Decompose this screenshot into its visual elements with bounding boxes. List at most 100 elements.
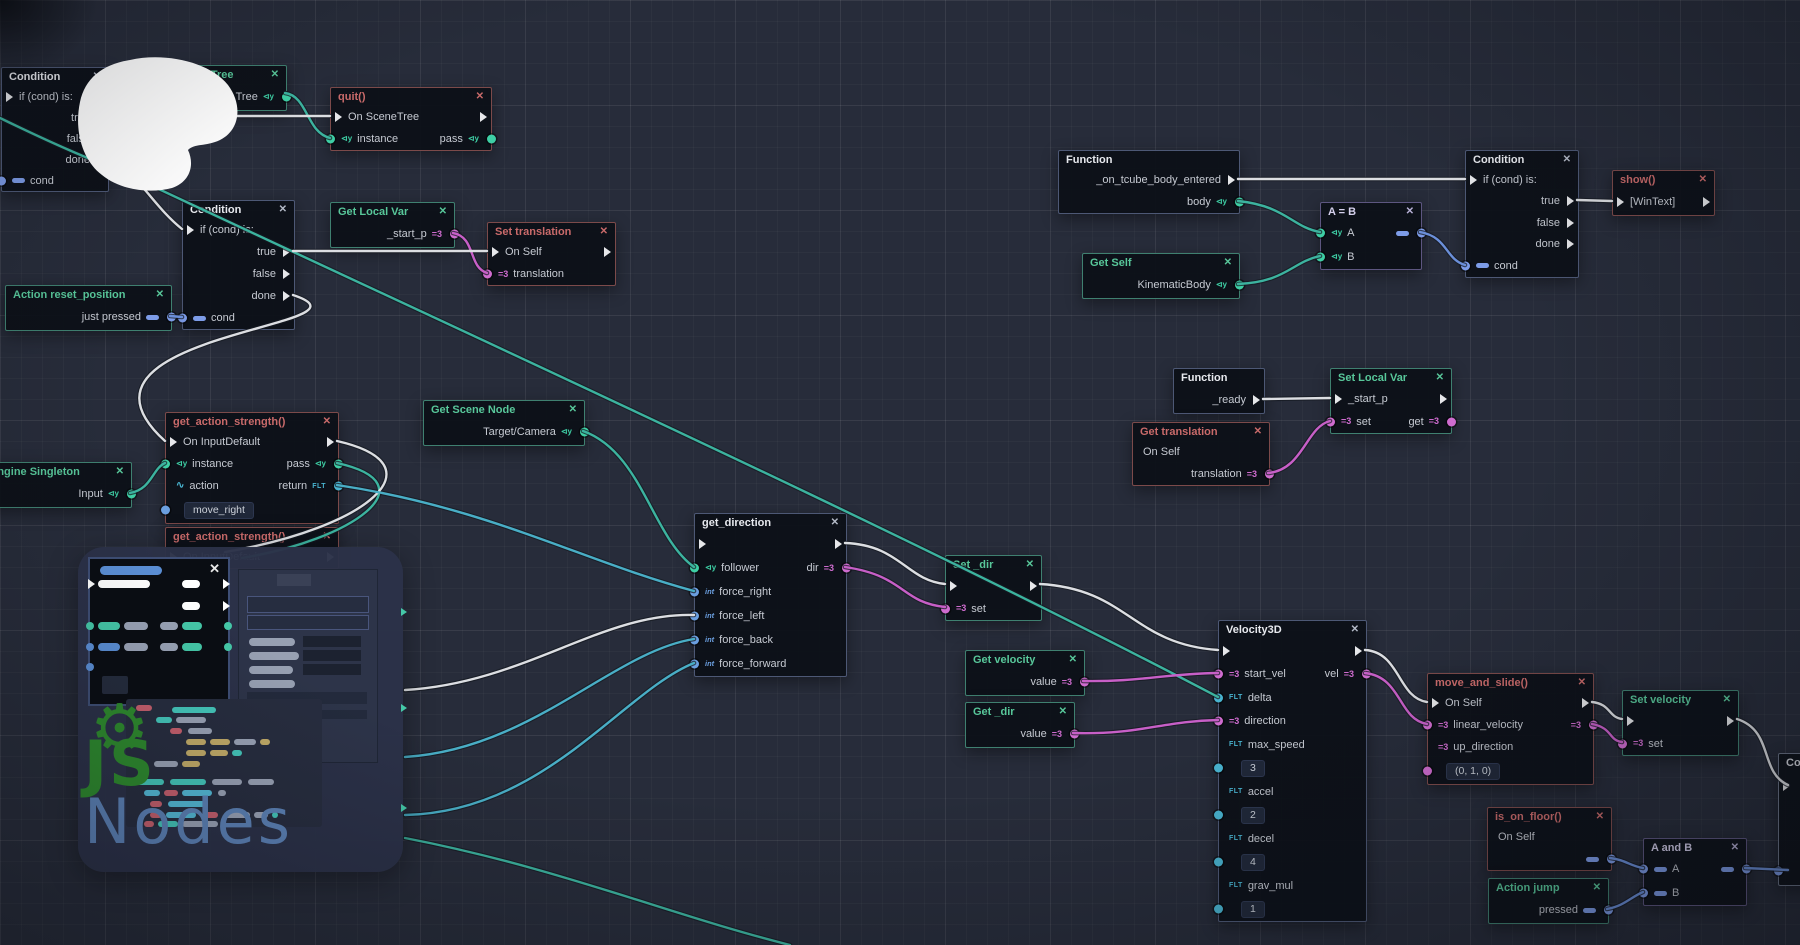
node-get-self[interactable]: Get Self✕KinematicBody⊲y	[1082, 253, 1240, 299]
vec3-in-port[interactable]	[1214, 670, 1223, 679]
close-icon[interactable]: ✕	[1224, 258, 1232, 268]
value-field[interactable]: move_right	[184, 502, 254, 519]
vec3-out-port[interactable]	[1070, 730, 1079, 739]
exec-out-port[interactable]	[1567, 218, 1574, 228]
exec-in-port[interactable]	[335, 112, 342, 122]
vec3-in-port[interactable]	[1214, 717, 1223, 726]
int-in-port[interactable]	[690, 636, 699, 645]
node-function-ready[interactable]: Function_ready	[1173, 368, 1265, 414]
close-icon[interactable]: ✕	[1699, 175, 1707, 185]
vec3-in-port[interactable]	[483, 270, 492, 279]
exec-in-port[interactable]	[699, 539, 706, 549]
node-get-scene-tree[interactable]: Get Scene Tree✕Scene Tree⊲y	[146, 65, 287, 111]
value-field[interactable]: 3	[1241, 760, 1265, 777]
bool-in-port[interactable]	[1639, 865, 1648, 874]
obj-in-port[interactable]	[326, 135, 335, 144]
exec-out-port[interactable]	[283, 247, 290, 257]
exec-out-port[interactable]	[480, 112, 487, 122]
flt-in-port[interactable]	[1214, 905, 1223, 914]
exec-out-port[interactable]	[327, 437, 334, 447]
exec-out-port[interactable]	[97, 134, 104, 144]
bool-in-port[interactable]	[178, 314, 187, 323]
exec-out-port[interactable]	[1567, 239, 1574, 249]
flt-in-port[interactable]	[1214, 858, 1223, 867]
exec-out-port[interactable]	[283, 291, 290, 301]
int-in-port[interactable]	[161, 506, 170, 515]
vec3-in-port[interactable]	[1423, 721, 1432, 730]
obj-out-port[interactable]	[282, 93, 291, 102]
vec3-out-port[interactable]	[842, 564, 851, 573]
vec3-out-port[interactable]	[1447, 417, 1456, 426]
flt-in-port[interactable]	[1214, 693, 1223, 702]
close-icon[interactable]: ✕	[1059, 707, 1067, 717]
close-icon[interactable]: ✕	[439, 207, 447, 217]
exec-out-port[interactable]	[835, 539, 842, 549]
obj-in-port[interactable]	[161, 460, 170, 469]
value-field[interactable]: 2	[1241, 807, 1265, 824]
flt-in-port[interactable]	[1214, 764, 1223, 773]
vec3-out-port[interactable]	[1589, 721, 1598, 730]
close-icon[interactable]: ✕	[1254, 427, 1262, 437]
obj-out-port[interactable]	[580, 428, 589, 437]
exec-in-port[interactable]	[187, 225, 194, 235]
close-icon[interactable]: ✕	[1026, 560, 1034, 570]
bool-out-port[interactable]	[167, 313, 176, 322]
vec3-in-port[interactable]	[1618, 739, 1627, 748]
close-icon[interactable]: ✕	[831, 518, 839, 528]
bool-out-port[interactable]	[1604, 906, 1613, 915]
int-in-port[interactable]	[690, 588, 699, 597]
close-icon[interactable]: ✕	[1593, 883, 1601, 893]
close-icon[interactable]: ✕	[600, 227, 608, 237]
exec-out-port[interactable]	[1582, 698, 1589, 708]
exec-in-port[interactable]	[1627, 716, 1634, 726]
flt-in-port[interactable]	[1214, 811, 1223, 820]
exec-in-port[interactable]	[1223, 646, 1230, 656]
node-get-translation[interactable]: Get translation✕On Selftranslation=3	[1132, 422, 1270, 486]
node-action-reset-position[interactable]: Action reset_position✕just pressed	[5, 285, 172, 331]
exec-out-port[interactable]	[1567, 196, 1574, 206]
close-icon[interactable]: ✕	[323, 532, 331, 542]
node-set-velocity[interactable]: Set velocity✕=3set	[1622, 690, 1739, 756]
close-icon[interactable]: ✕	[1351, 625, 1359, 635]
close-icon[interactable]: ✕	[93, 72, 101, 82]
vec3-in-port[interactable]	[1326, 417, 1335, 426]
exec-in-port[interactable]	[6, 92, 13, 102]
obj-in-port[interactable]	[690, 564, 699, 573]
node-set-dir[interactable]: Set _dir✕=3set	[945, 555, 1042, 621]
exec-out-port[interactable]	[1727, 716, 1734, 726]
bool-out-port[interactable]	[1742, 865, 1751, 874]
node-velocity3d[interactable]: Velocity3D✕=3start_velvel=3FLTdelta=3dir…	[1218, 620, 1367, 922]
exec-in-port[interactable]	[1470, 175, 1477, 185]
exec-out-port[interactable]	[97, 155, 104, 165]
node-get-direction[interactable]: get_direction✕⊲yfollowerdir=3intforce_ri…	[694, 513, 847, 677]
obj-in-port[interactable]	[1316, 229, 1325, 238]
exec-in-port[interactable]	[1335, 394, 1342, 404]
vec3-in-port[interactable]	[1423, 767, 1432, 776]
node-condition-3[interactable]: Condition✕if (cond) is:truefalsedonecond	[1465, 150, 1579, 278]
obj-in-port[interactable]	[1316, 253, 1325, 262]
node-condition-1[interactable]: Condition✕if (cond) is:truefalsedonecond	[1, 67, 109, 192]
vec3-out-port[interactable]	[1265, 470, 1274, 479]
node-move-and-slide[interactable]: move_and_slide()✕On Self=3linear_velocit…	[1427, 673, 1594, 785]
node-function-on-tcube[interactable]: Function_on_tcube_body_enteredbody⊲y	[1058, 150, 1240, 214]
exec-out-port[interactable]	[1253, 395, 1260, 405]
close-icon[interactable]: ✕	[271, 70, 279, 80]
close-icon[interactable]: ✕	[1406, 207, 1414, 217]
close-icon[interactable]: ✕	[279, 205, 287, 215]
node-action-jump[interactable]: Action jump✕pressed	[1488, 878, 1609, 924]
node-get-scene-node[interactable]: Get Scene Node✕Target/Camera⊲y	[423, 400, 585, 446]
node-get-dir[interactable]: Get _dir✕value=3	[965, 702, 1075, 748]
bool-in-port[interactable]	[1639, 889, 1648, 898]
node-get-velocity[interactable]: Get velocity✕value=3	[965, 650, 1085, 696]
close-icon[interactable]: ✕	[476, 92, 484, 102]
graph-canvas[interactable]: Condition✕if (cond) is:truefalsedonecond…	[0, 0, 1800, 945]
vec3-in-port[interactable]	[941, 604, 950, 613]
exec-in-port[interactable]	[1783, 781, 1790, 791]
node-engine-singleton[interactable]: Engine Singleton✕Input⊲y	[0, 462, 132, 508]
obj-out-port[interactable]	[127, 490, 136, 499]
exec-out-port[interactable]	[1355, 646, 1362, 656]
bool-out-port[interactable]	[1607, 855, 1616, 864]
close-icon[interactable]: ✕	[1436, 373, 1444, 383]
node-quit[interactable]: quit()✕On SceneTree⊲yinstancepass⊲y	[330, 87, 492, 151]
close-icon[interactable]: ✕	[1069, 655, 1077, 665]
